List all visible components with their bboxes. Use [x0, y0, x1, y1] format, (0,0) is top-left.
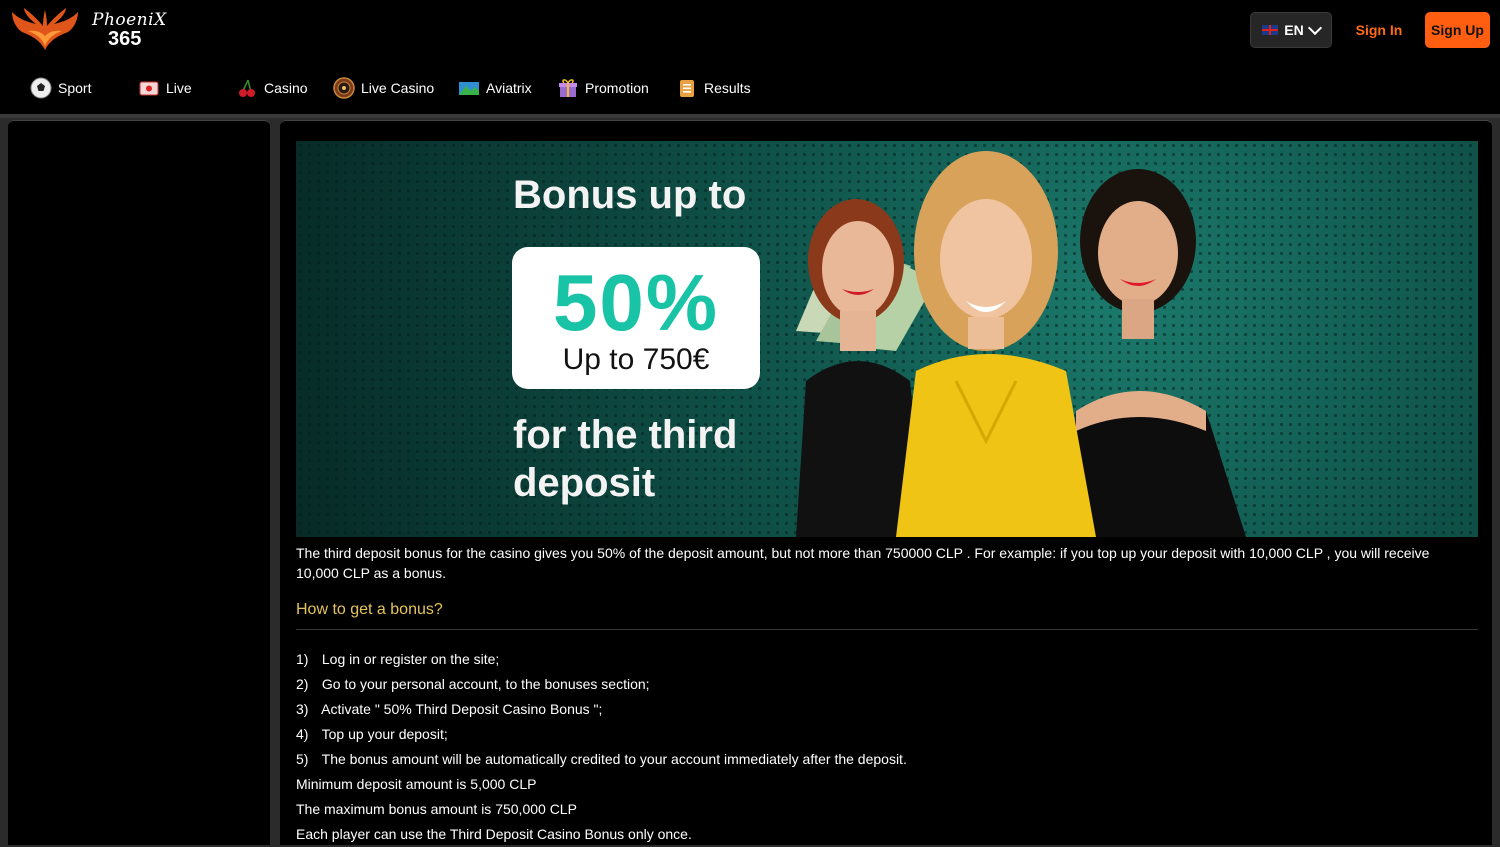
logo-number: 365 [108, 28, 142, 50]
nav-item-sport[interactable]: Sport [30, 76, 91, 100]
chevron-down-icon [1307, 20, 1322, 36]
nav-label: Live Casino [361, 80, 435, 96]
banner-footer-line2: deposit [513, 461, 656, 505]
step-text: Top up your deposit; [321, 726, 448, 742]
min-deposit-note: Minimum deposit amount is 5,000 CLP [296, 776, 537, 792]
top-bar: PhoeniX 365 EN Sign In Sign Up [0, 0, 1500, 62]
sign-in-button[interactable]: Sign In [1346, 12, 1412, 48]
step-number: 5) [296, 751, 309, 767]
step-text: Log in or register on the site; [321, 651, 500, 667]
list-item: 4) Top up your deposit; [296, 722, 1476, 747]
step-number: 3) [296, 701, 309, 717]
nav-label: Promotion [585, 80, 649, 96]
section-divider [296, 629, 1478, 630]
gift-icon [559, 79, 577, 97]
nav-divider [0, 114, 1500, 118]
language-selector[interactable]: EN [1250, 12, 1332, 48]
nav-label: Casino [264, 80, 308, 96]
step-text: The bonus amount will be automatically c… [321, 751, 907, 767]
nav-label: Results [704, 80, 751, 96]
banner-cap: Up to 750€ [562, 343, 710, 376]
list-item: 1) Log in or register on the site; [296, 647, 1476, 672]
step-number: 2) [296, 676, 309, 692]
nav-item-live-casino[interactable]: Live Casino [333, 76, 434, 100]
nav-item-live[interactable]: Live [138, 76, 192, 100]
nav-item-promotion[interactable]: Promotion [557, 76, 649, 100]
once-rule-note: Each player can use the Third Deposit Ca… [296, 826, 692, 842]
nav-label: Live [166, 80, 192, 96]
aviatrix-icon [459, 82, 479, 95]
uk-flag-icon [1262, 25, 1279, 35]
list-item: 5) The bonus amount will be automaticall… [296, 747, 1476, 772]
list-item: 2) Go to your personal account, to the b… [296, 672, 1476, 697]
roulette-icon [333, 77, 355, 99]
main-content: Bonus up to 50% Up to 750€ for the third… [280, 120, 1492, 845]
nav-label: Aviatrix [486, 80, 532, 96]
step-text: Go to your personal account, to the bonu… [321, 676, 650, 692]
soccer-ball-icon [30, 77, 52, 99]
phoenix-365-logo[interactable]: PhoeniX 365 [10, 6, 170, 54]
phoenix-bird-icon [12, 8, 78, 50]
banner-footer: for the third deposit [513, 411, 737, 507]
banner-percent: 50% [552, 258, 720, 347]
promo-banner: Bonus up to 50% Up to 750€ for the third… [296, 141, 1478, 537]
howto-heading: How to get a bonus? [296, 601, 443, 618]
nav-item-casino[interactable]: Casino [236, 76, 308, 100]
banner-bonus-box: 50% Up to 750€ [512, 247, 760, 389]
live-tv-icon [139, 81, 159, 96]
nav-label: Sport [58, 80, 92, 96]
cherries-icon [239, 79, 255, 97]
banner-models-image [796, 151, 1246, 537]
banner-headline: Bonus up to [513, 173, 747, 217]
sign-up-button[interactable]: Sign Up [1425, 12, 1490, 48]
banner-footer-line1: for the third [513, 413, 738, 457]
logo-wordmark: PhoeniX [92, 10, 167, 30]
bonus-description: The third deposit bonus for the casino g… [296, 545, 1430, 581]
step-text: Activate " 50% Third Deposit Casino Bonu… [321, 701, 603, 717]
step-number: 1) [296, 651, 309, 667]
language-label: EN [1284, 22, 1304, 38]
model-center [896, 151, 1096, 537]
steps-list: 1) Log in or register on the site; 2) Go… [296, 647, 1476, 847]
list-item: 3) Activate " 50% Third Deposit Casino B… [296, 697, 1476, 722]
nav-item-results[interactable]: Results [676, 76, 751, 100]
main-nav: Sport Live Casino Live Casino Aviatrix P… [0, 62, 1500, 114]
results-clipboard-icon [680, 80, 694, 97]
left-sidebar [8, 120, 270, 845]
model-right [1066, 169, 1246, 537]
max-bonus-note: The maximum bonus amount is 750,000 CLP [296, 801, 577, 817]
step-number: 4) [296, 726, 309, 742]
nav-item-aviatrix[interactable]: Aviatrix [458, 76, 532, 100]
